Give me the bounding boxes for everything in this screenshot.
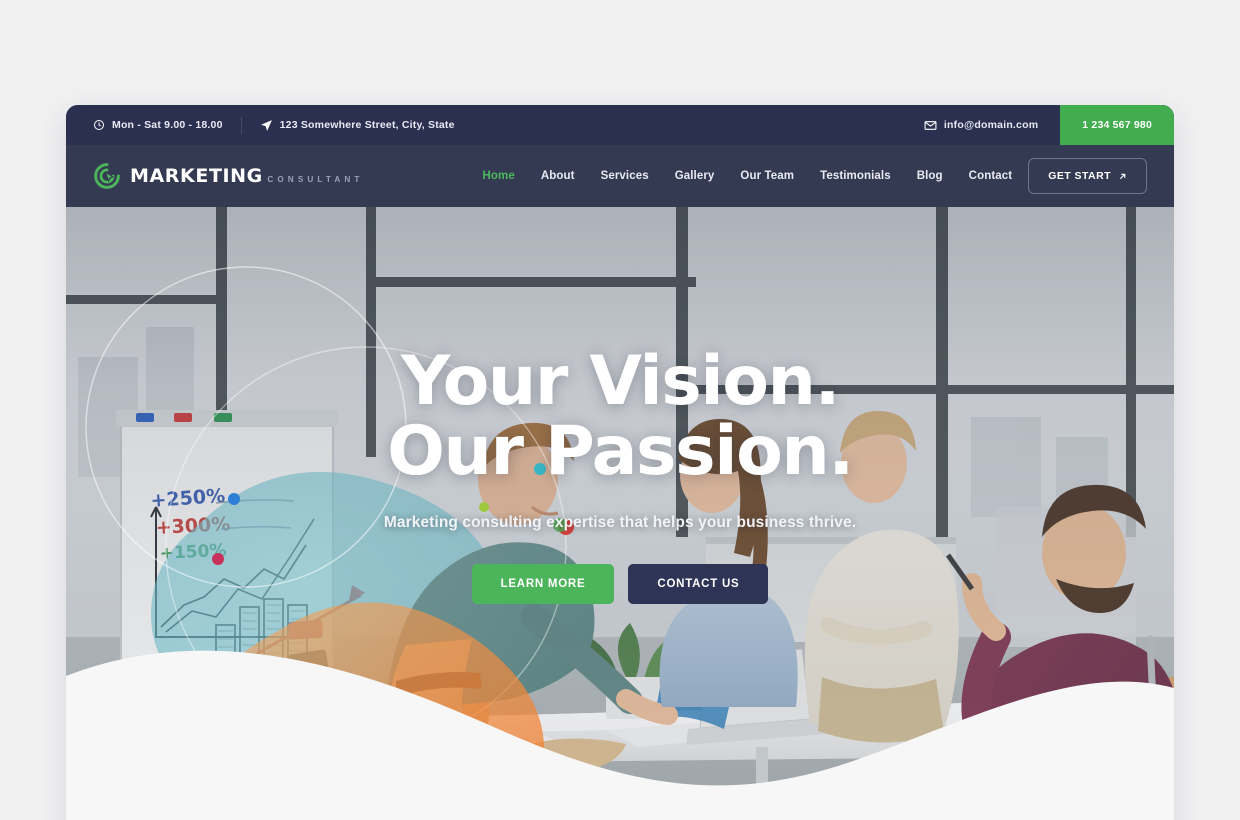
- nav-item-services[interactable]: Services: [588, 164, 662, 188]
- logo-wordmark: MARKETING CONSULTANT: [130, 164, 364, 187]
- learn-more-button[interactable]: LEARN MORE: [471, 564, 615, 605]
- hero-subtitle: Marketing consulting expertise that help…: [383, 514, 857, 532]
- business-address-text: 123 Somewhere Street, City, State: [279, 119, 455, 131]
- clock-icon: [93, 119, 105, 131]
- topbar-divider: [240, 116, 242, 134]
- business-hours-text: Mon - Sat 9.00 - 18.00: [112, 119, 223, 131]
- nav-item-home[interactable]: Home: [470, 164, 528, 188]
- main-navigation-bar: MARKETING CONSULTANT Home About Services…: [66, 145, 1174, 207]
- topbar-left-group: Mon - Sat 9.00 - 18.00 123 Somewhere Str…: [66, 116, 455, 134]
- hero-title: Your Vision. Our Passion.: [66, 346, 1174, 492]
- nav-item-contact[interactable]: Contact: [956, 164, 1026, 188]
- logo-subtitle: CONSULTANT: [267, 174, 364, 184]
- site-logo[interactable]: MARKETING CONSULTANT: [93, 162, 364, 190]
- get-start-label: GET START: [1048, 170, 1111, 182]
- nav-item-blog[interactable]: Blog: [904, 164, 956, 188]
- nav-item-gallery[interactable]: Gallery: [662, 164, 728, 188]
- target-cursor-icon: [93, 162, 121, 190]
- hero-content: Your Vision. Our Passion. Marketing cons…: [66, 346, 1174, 605]
- business-hours: Mon - Sat 9.00 - 18.00: [93, 119, 223, 131]
- envelope-icon: [924, 119, 937, 132]
- nav-item-about[interactable]: About: [528, 164, 588, 188]
- topbar-right-group: info@domain.com 1 234 567 980: [924, 105, 1174, 145]
- nav-item-testimonials[interactable]: Testimonials: [807, 164, 904, 188]
- hero-title-line-1: Your Vision.: [400, 342, 840, 421]
- phone-button[interactable]: 1 234 567 980: [1060, 105, 1174, 145]
- contact-email-text: info@domain.com: [943, 119, 1039, 131]
- hero-button-group: LEARN MORE CONTACT US: [66, 564, 1174, 605]
- nav-links: Home About Services Gallery Our Team Tes…: [470, 164, 1026, 188]
- hero-title-line-2: Our Passion.: [387, 412, 854, 492]
- location-pin-icon: [260, 119, 273, 132]
- website-preview-card: Mon - Sat 9.00 - 18.00 123 Somewhere Str…: [66, 105, 1174, 820]
- phone-number-text: 1 234 567 980: [1082, 119, 1152, 131]
- get-start-button[interactable]: GET START: [1028, 158, 1147, 194]
- hero-section: +250% +300% +150%: [66, 207, 1174, 820]
- logo-title: MARKETING: [130, 164, 263, 187]
- contact-us-button[interactable]: CONTACT US: [628, 564, 769, 605]
- arrow-up-right-icon: [1118, 172, 1127, 181]
- contact-email[interactable]: info@domain.com: [924, 105, 1060, 145]
- page-root: Mon - Sat 9.00 - 18.00 123 Somewhere Str…: [0, 0, 1240, 820]
- nav-item-our-team[interactable]: Our Team: [727, 164, 807, 188]
- business-address: 123 Somewhere Street, City, State: [260, 119, 455, 132]
- top-utility-bar: Mon - Sat 9.00 - 18.00 123 Somewhere Str…: [66, 105, 1174, 145]
